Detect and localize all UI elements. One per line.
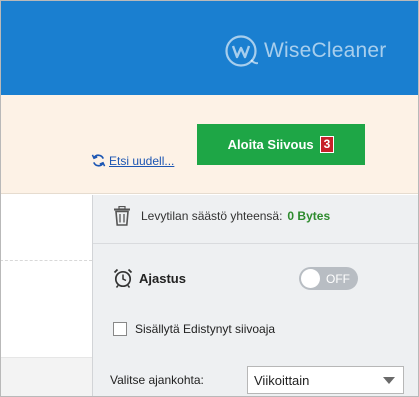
list-divider [0,260,92,261]
start-cleaning-label: Aloita Siivous [227,137,314,152]
toggle-knob [301,269,320,288]
rescan-link[interactable]: Etsi uudell... [91,153,174,168]
advanced-cleaner-label: Sisällytä Edistynyt siivoaja [135,322,276,336]
period-dropdown[interactable]: Viikoittain [247,366,404,394]
results-list-footer [0,357,92,397]
schedule-toggle[interactable]: OFF [299,267,358,290]
item-count-badge: 3 [319,136,335,153]
disk-savings-row: Levytilan säästö yhteensä: 0 Bytes [113,205,413,227]
advanced-cleaner-checkbox[interactable] [113,322,127,336]
start-cleaning-button[interactable]: Aloita Siivous 3 [197,124,365,165]
disk-savings-value: 0 Bytes [287,209,331,223]
trash-icon [114,206,130,226]
rescan-label: Etsi uudell... [109,153,175,168]
chevron-down-icon [383,377,395,384]
panel-separator [93,243,419,244]
schedule-label: Ajastus [139,270,186,286]
schedule-row: Ajastus [113,266,186,290]
brand-name: WiseCleaner [264,39,387,62]
advanced-cleaner-option[interactable]: Sisällytä Edistynyt siivoaja [113,320,275,338]
period-row: Valitse ajankohta: [110,369,246,391]
alarm-clock-icon [113,268,133,288]
period-label: Valitse ajankohta: [110,373,204,387]
period-selected-value: Viikoittain [254,372,310,388]
brand-logo: WiseCleaner [224,34,386,68]
wisecleaner-w-icon [225,35,258,67]
refresh-icon [91,154,106,167]
app-header: WiseCleaner [0,0,419,95]
disk-savings-label: Levytilan säästö yhteensä: [141,209,283,223]
toggle-state-text: OFF [326,272,350,286]
